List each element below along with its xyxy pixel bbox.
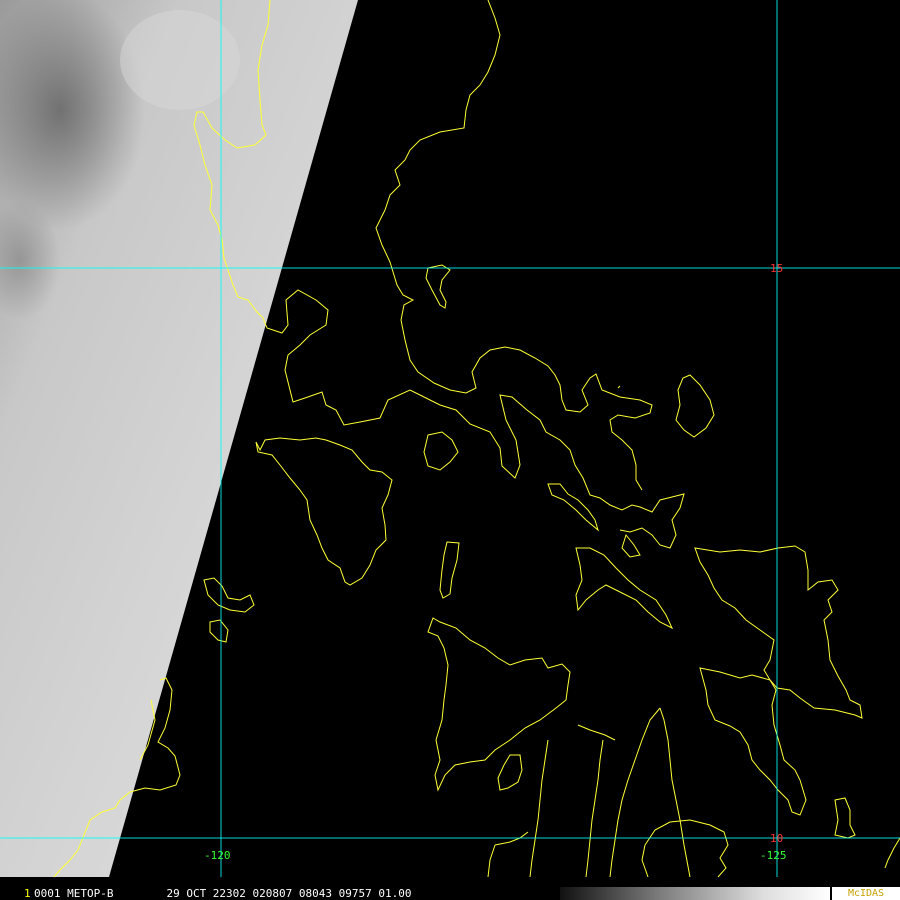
- satellite-swath: [0, 0, 358, 877]
- longitude-label-120: -120: [204, 849, 231, 862]
- frame-number: 1: [24, 887, 31, 900]
- longitude-label-125: -125: [760, 849, 787, 862]
- map-view: 15 10 -120 -125: [0, 0, 900, 878]
- grayscale-color-bar: [560, 887, 830, 900]
- status-bar: 1 0001 METOP-B 29 OCT 22302 020807 08043…: [0, 887, 900, 900]
- latitude-label-10: 10: [770, 832, 783, 845]
- latitude-label-15: 15: [770, 262, 783, 275]
- status-text: 0001 METOP-B 29 OCT 22302 020807 08043 0…: [34, 887, 412, 900]
- mcidas-logo: McIDAS: [832, 887, 900, 900]
- satellite-image-viewer: 15 10 -120 -125 1 0001 METOP-B 29 OCT 22…: [0, 0, 900, 900]
